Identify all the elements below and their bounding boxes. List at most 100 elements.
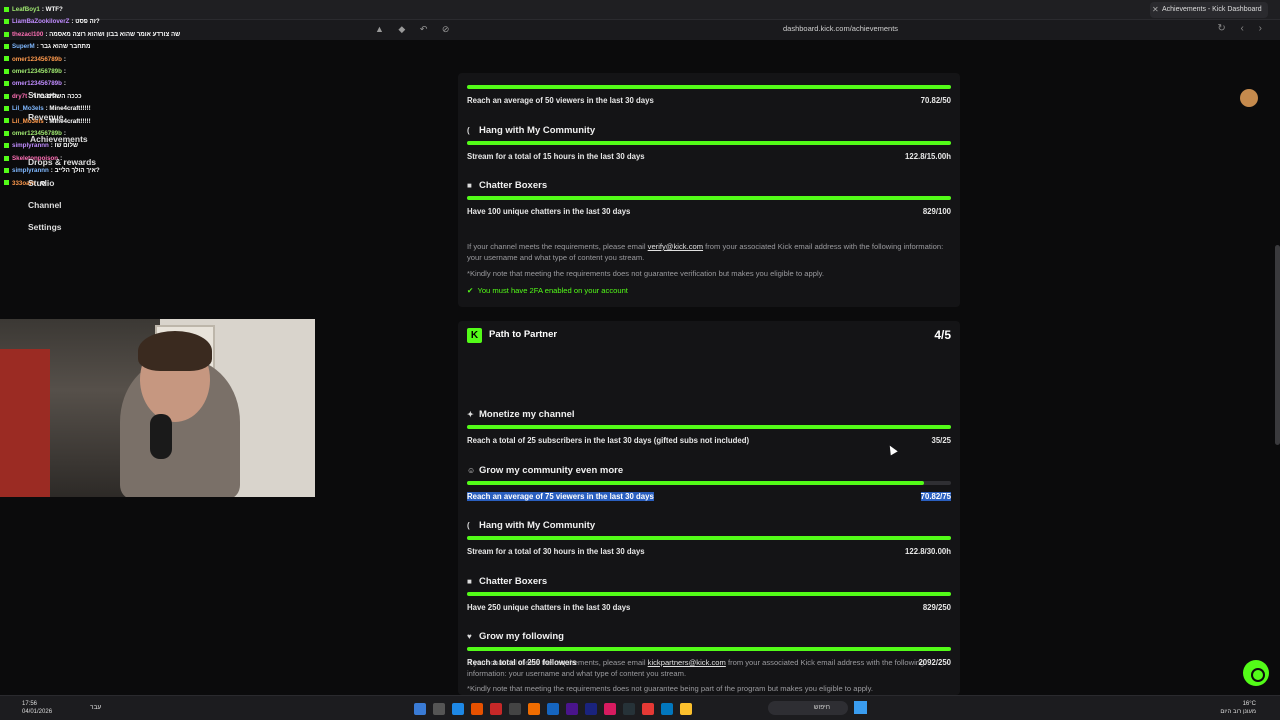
close-tab-icon[interactable]: ✕ [1152,2,1159,18]
chat-message: omer123456789b: [4,68,66,75]
chat-username[interactable]: simplyrannn [12,167,49,174]
achievement-title: ■ Chatter Boxers [467,576,547,587]
requirement-text: Stream for a total of 15 hours in the la… [467,151,645,161]
app-icon[interactable] [604,703,616,715]
chat-username[interactable]: thezacl100 [12,31,43,38]
webcam-chair [0,349,50,497]
progress-value: 829/250 [922,602,951,612]
achievement-title-text: Chatter Boxers [479,180,548,192]
chat-username[interactable]: omer123456789b [12,56,62,63]
verification-card: If your channel meets the requirements, … [458,73,960,307]
chat-separator: : [63,55,66,63]
progress-value: 35/25 [931,436,951,445]
browser-toolbar-icons[interactable]: ▲ ◆ ↶ ⊘ [375,24,455,35]
chat-icon: ■ [467,576,472,586]
achievement-title: ■ Chatter Boxers [467,180,547,191]
app-icon[interactable] [585,703,597,715]
app-icon[interactable] [623,703,635,715]
app-icon[interactable] [547,703,559,715]
chat-badge-icon [4,118,9,124]
progress-value: 2092/250 [918,658,951,668]
achievement-title: ☺ Grow my community even more [467,465,623,476]
chat-message: omer123456789b: [4,56,66,63]
taskbar-clock[interactable]: 17:56 04/01/2026 [22,700,52,716]
chat-badge-icon [4,106,9,112]
progress-value: 70.82/75 [920,491,951,501]
app-icon[interactable] [528,703,540,715]
achievement-title-text: Hang with My Community [479,124,596,136]
chat-message: simplyrannn: איך הולך הלייב? [4,167,100,174]
taskbar-language[interactable]: עבר [90,704,101,711]
taskbar-weather[interactable]: 16°C מעונן רוב היום [1220,700,1256,716]
browser-nav-icons[interactable]: ↻ ‹ › [1217,23,1268,34]
app-icon[interactable] [414,703,426,715]
chat-icon: ■ [467,181,472,191]
progress-fill [467,85,951,89]
sidebar-nav-item[interactable]: Revenue [28,112,63,122]
chat-username[interactable]: dry7t [12,93,27,100]
app-icon[interactable] [471,703,483,715]
browser-tab[interactable]: ✕ Achievements - Kick Dashboard [1150,2,1268,18]
progress-bar [467,591,951,596]
partner-email-link[interactable]: kickpartners@kick.com [648,658,726,667]
taskbar-search[interactable]: חיפוש [768,701,848,715]
chat-badge-icon [4,56,9,62]
chat-badge-icon [4,44,9,50]
sidebar-nav-item[interactable]: Drops & rewards [28,157,96,167]
chat-text: איך הולך הלייב? [54,167,100,175]
broadcast-icon: ( [467,125,470,135]
requirement-text: Have 250 unique chatters in the last 30 … [467,602,631,612]
requirement-text: Reach a total of 25 subscribers in the l… [467,436,750,445]
sidebar-nav-item[interactable]: Settings [28,222,62,232]
chat-username[interactable]: LiamBaZookiloverZ [12,18,69,25]
achievement-title-text: Chatter Boxers [479,575,548,587]
sidebar-nav-item[interactable]: Stream [28,90,57,100]
verify-email-link[interactable]: verify@kick.com [648,242,703,251]
progress-fill [467,591,951,596]
chat-badge-icon [4,81,9,87]
chat-overlay: LeafBoy1: WTF? LiamBaZookiloverZ: זה פסט?… [0,6,320,340]
chat-username[interactable]: LeafBoy1 [12,6,40,13]
progress-bar [467,425,951,429]
url-field[interactable]: dashboard.kick.com/achievements [783,24,898,33]
sidebar-nav-item[interactable]: Channel [28,200,62,210]
progress-fill [467,536,951,541]
webcam-feed [0,319,315,497]
chat-badge-icon [4,68,9,74]
chat-username[interactable]: omer123456789b [12,80,62,87]
sidebar-nav-item[interactable]: Achievements [30,134,88,144]
user-avatar[interactable] [1240,89,1258,107]
app-icon[interactable] [509,703,521,715]
chat-username[interactable]: omer123456789b [12,68,62,75]
achievement-title-text: Monetize my channel [479,409,575,420]
verification-note: If your channel meets the requirements, … [467,242,944,262]
achievement-title: ✦ Monetize my channel [467,409,575,420]
chat-message: thezacl100: שה צורדע אומר שהוא בבון ושהו… [4,31,180,38]
chat-badge-icon [4,130,9,136]
verification-disclaimer: *Kindly note that meeting the requiremen… [467,269,824,278]
app-icon[interactable] [680,703,692,715]
app-icon[interactable] [661,703,673,715]
achievement-title: ( Hang with My Community [467,125,595,136]
chat-text: מתחבר שהוא גבר [40,43,91,51]
support-chat-button[interactable] [1243,660,1269,686]
address-bar: ▲ ◆ ↶ ⊘ dashboard.kick.com/achievements … [0,20,1280,40]
app-icon[interactable] [642,703,654,715]
app-icon[interactable] [490,703,502,715]
app-icon[interactable] [452,703,464,715]
page-scrollbar[interactable] [1275,245,1280,445]
windows-start-icon[interactable] [854,701,867,714]
kick-logo-icon: K [467,328,482,343]
chat-username[interactable]: SuperM [12,43,35,50]
app-icon[interactable] [433,703,445,715]
achievement-title-text: Hang with My Community [479,520,596,532]
taskbar-apps [414,702,699,720]
progress-bar [467,196,951,201]
progress-fill [467,196,951,201]
chat-badge-icon [4,93,9,99]
sidebar-nav-item[interactable]: Studio [28,178,54,188]
app-icon[interactable] [566,703,578,715]
progress-value: 829/100 [922,207,951,217]
chat-badge-icon [4,6,9,12]
partner-title: Path to Partner [489,329,558,340]
